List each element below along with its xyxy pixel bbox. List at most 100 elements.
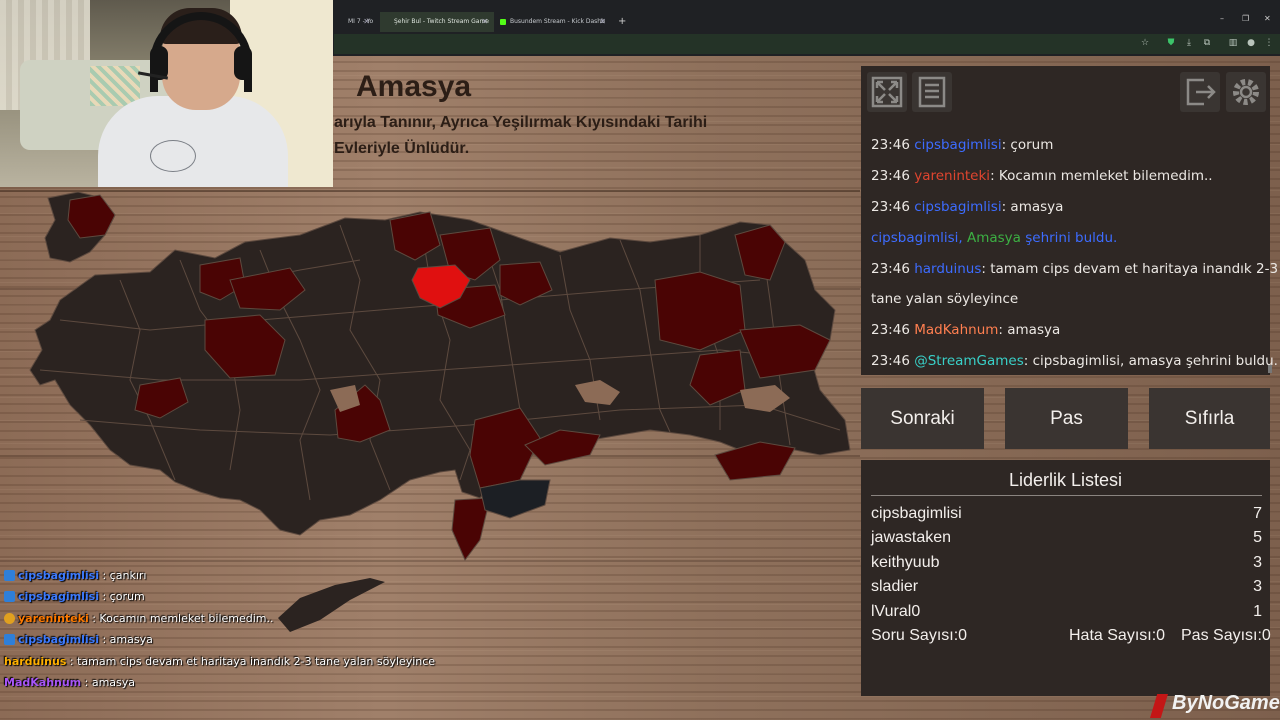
chat-user[interactable]: cipsbagimlisi xyxy=(871,230,958,246)
next-button[interactable]: Sonraki xyxy=(861,388,984,449)
sidepanel-icon[interactable]: ▥ xyxy=(1228,38,1238,48)
chat-highlight-city: Amasya xyxy=(966,230,1021,246)
close-tab-icon[interactable]: ✕ xyxy=(363,12,370,32)
maximize-button[interactable]: ❐ xyxy=(1242,14,1249,23)
chat-message: 23:46 yareninteki: Kocamın memleket bile… xyxy=(871,168,1213,184)
list-button[interactable] xyxy=(912,72,952,112)
chat-text: : amasya xyxy=(1001,199,1064,215)
chat-time: 23:46 xyxy=(871,168,910,184)
player-name: lVural0 xyxy=(871,603,921,620)
city-description: arıyla Tanınır, Ayrıca Yeşilırmak Kıyısı… xyxy=(334,114,708,157)
overlay-chat-text: : çankırı xyxy=(98,569,147,582)
leaderboard-title: Liderlik Listesi xyxy=(1008,470,1123,490)
leaderboard-row: sladier 3 xyxy=(871,578,1262,602)
overlay-chat-line: cipsbagimlisi : çankırı xyxy=(4,569,146,582)
minimize-button[interactable]: – xyxy=(1220,14,1224,23)
overlay-chat-text: : amasya xyxy=(81,676,136,689)
close-tab-icon[interactable]: ✕ xyxy=(481,12,488,32)
tab-1[interactable]: MI 7 - Yo ✕ xyxy=(334,12,376,32)
chat-system-message: cipsbagimlisi, Amasya şehrini buldu. xyxy=(871,230,1117,246)
overlay-chat-text: : amasya xyxy=(98,633,153,646)
chat-message: 23:46 harduinus: tamam cips devam et har… xyxy=(871,261,1278,277)
leaderboard-row: lVural0 1 xyxy=(871,603,1262,627)
overlay-chat-text: : tamam cips devam et haritaya inandık 2… xyxy=(66,655,436,668)
pass-button[interactable]: Pas xyxy=(1005,388,1128,449)
chat-time: 23:46 xyxy=(871,261,910,277)
star-icon[interactable]: ☆ xyxy=(1140,38,1150,48)
chat-message: 23:46 cipsbagimlisi: çorum xyxy=(871,137,1053,153)
exit-icon xyxy=(1186,78,1216,106)
overlay-chat-text: : çorum xyxy=(98,590,145,603)
tab-3[interactable]: Busundem Stream - Kick Dashb ✕ xyxy=(496,12,612,32)
chat-message: 23:46 @StreamGames: cipsbagimlisi, amasy… xyxy=(871,353,1278,369)
cushion xyxy=(90,66,140,106)
close-window-button[interactable]: ✕ xyxy=(1264,14,1271,23)
chat-text: : cipsbagimlisi, amasya şehrini buldu. xyxy=(1023,353,1278,369)
overlay-chat-user: yareninteki xyxy=(18,612,89,625)
tab-label: Busundem Stream - Kick Dashb xyxy=(510,18,605,25)
chat-text: şehrini buldu. xyxy=(1020,230,1118,246)
overlay-chat-line: MadKahnum : amasya xyxy=(4,676,135,689)
province-found xyxy=(714,441,796,481)
watermark: ByNoGame xyxy=(1172,692,1280,714)
overlay-chat-user: cipsbagimlisi xyxy=(18,569,99,582)
shield-icon[interactable]: ⛊ xyxy=(1166,38,1176,48)
overlay-chat-user: cipsbagimlisi xyxy=(18,633,99,646)
player-name: keithyuub xyxy=(871,554,940,571)
profile-icon[interactable]: ● xyxy=(1246,38,1256,48)
player-name: cipsbagimlisi xyxy=(871,505,962,522)
pass-count: Pas Sayısı:0 xyxy=(1181,627,1271,644)
chat-text: : tamam cips devam et haritaya inandık 2… xyxy=(981,261,1279,277)
close-tab-icon[interactable]: ✕ xyxy=(599,12,606,32)
error-count: Hata Sayısı:0 xyxy=(1069,627,1166,644)
chat-scrollbar[interactable] xyxy=(1268,365,1272,373)
player-score: 1 xyxy=(1253,603,1262,620)
badge-icon xyxy=(4,570,15,581)
download-icon[interactable]: ⤓ xyxy=(1184,38,1194,48)
shirt-logo xyxy=(150,140,196,172)
tab-label: Şehir Bul - Twitch Stream Game xyxy=(394,18,489,25)
chat-user[interactable]: @StreamGames xyxy=(914,353,1024,369)
player-score: 3 xyxy=(1253,554,1262,571)
overlay-chat-line: yareninteki : Kocamın memleket bilemedim… xyxy=(4,612,274,625)
chat-time: 23:46 xyxy=(871,137,910,153)
overlay-chat-user: MadKahnum xyxy=(4,676,82,689)
settings-button[interactable] xyxy=(1226,72,1266,112)
extension-icon[interactable]: ⧉ xyxy=(1202,38,1212,48)
chat-text: tane yalan söyleyince xyxy=(871,291,1019,307)
chat-user[interactable]: harduinus xyxy=(914,261,981,277)
leaderboard-row: jawastaken 5 xyxy=(871,529,1262,553)
chat-text: , xyxy=(958,230,967,246)
badge-icon xyxy=(4,613,15,624)
overlay-chat-line: harduinus : tamam cips devam et haritaya… xyxy=(4,655,435,668)
headphone-ear-right xyxy=(234,46,252,80)
document-icon xyxy=(918,76,946,108)
gear-icon xyxy=(1233,79,1259,105)
chat-time: 23:46 xyxy=(871,322,910,338)
player-score: 3 xyxy=(1253,578,1262,595)
reset-button[interactable]: Sıfırla xyxy=(1149,388,1270,449)
province-other xyxy=(479,479,551,519)
chat-time: 23:46 xyxy=(871,199,910,215)
chat-message: 23:46 cipsbagimlisi: amasya xyxy=(871,199,1063,215)
chat-message: 23:46 MadKahnum: amasya xyxy=(871,322,1060,338)
player-score: 5 xyxy=(1253,529,1262,546)
new-tab-button[interactable]: + xyxy=(618,12,626,32)
chat-user[interactable]: MadKahnum xyxy=(914,322,998,338)
overlay-chat-line: cipsbagimlisi : amasya xyxy=(4,633,153,646)
kick-icon xyxy=(500,19,506,25)
chat-text: : amasya xyxy=(998,322,1061,338)
exit-button[interactable] xyxy=(1180,72,1220,112)
chat-user[interactable]: cipsbagimlisi xyxy=(914,199,1001,215)
tab-2[interactable]: Şehir Bul - Twitch Stream Game ✕ xyxy=(380,12,494,32)
overlay-chat-line: cipsbagimlisi : çorum xyxy=(4,590,145,603)
chat-text: : çorum xyxy=(1001,137,1054,153)
player-name: jawastaken xyxy=(871,529,952,546)
webcam-overlay xyxy=(0,0,333,187)
address-bar[interactable] xyxy=(334,34,1280,54)
fullscreen-button[interactable] xyxy=(867,72,907,112)
chat-user[interactable]: yareninteki xyxy=(914,168,990,184)
menu-icon[interactable]: ⋮ xyxy=(1264,38,1274,48)
chat-message-continued: tane yalan söyleyince xyxy=(871,291,1018,307)
chat-user[interactable]: cipsbagimlisi xyxy=(914,137,1001,153)
